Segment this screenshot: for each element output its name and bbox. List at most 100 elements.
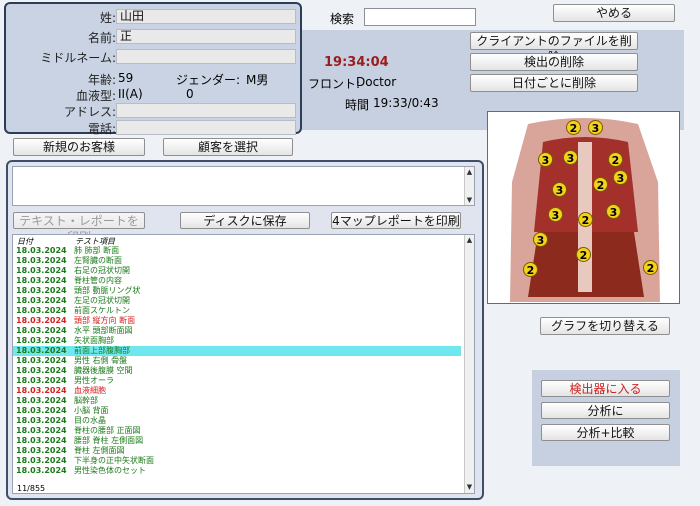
list-item-test: 左足の冠状切開 (74, 296, 130, 305)
scroll-down-icon[interactable]: ▼ (465, 195, 474, 205)
list-item-date: 18.03.2024 (16, 256, 67, 265)
list-item[interactable]: 18.03.2024 男性染色体のセット (13, 466, 461, 476)
list-item[interactable]: 18.03.2024 脊柱の腰部 正面図 (13, 426, 461, 436)
gender-value: M男 (246, 73, 269, 87)
graph-badge: 3 (606, 204, 621, 219)
graph-badge: 3 (563, 150, 578, 165)
print-4map-report-button[interactable]: 4マップレポートを印刷 (331, 212, 461, 229)
list-item-date: 18.03.2024 (16, 366, 67, 375)
graph-badge: 2 (578, 212, 593, 227)
phone-field[interactable] (116, 120, 296, 135)
scroll-up-icon[interactable]: ▲ (465, 235, 474, 245)
list-item[interactable]: 18.03.2024 臓器後腹膜 空間 (13, 366, 461, 376)
list-item-test: 脊柱 左側面図 (74, 446, 125, 455)
list-item[interactable]: 18.03.2024 水平 頭部断面図 (13, 326, 461, 336)
list-item-test: 下半身の正中矢状断面 (74, 456, 154, 465)
list-item-date: 18.03.2024 (16, 326, 67, 335)
list-item-test: 水平 頭部断面図 (74, 326, 133, 335)
switch-graph-button[interactable]: グラフを切り替える (540, 317, 670, 335)
graph-badge: 2 (593, 177, 608, 192)
front-label: フロント: (308, 77, 361, 91)
surname-field[interactable]: 山田 (116, 9, 296, 24)
list-item[interactable]: 18.03.2024 男性オーラ (13, 376, 461, 386)
list-item-date: 18.03.2024 (16, 396, 67, 405)
blood-type-value: II(A) (118, 87, 143, 101)
body-graph[interactable]: 233323233233222 (487, 111, 680, 304)
list-item[interactable]: 18.03.2024 頭部 動脈リング状 (13, 286, 461, 296)
delete-detector-button[interactable]: 検出の削除 (470, 53, 638, 71)
delete-client-file-button[interactable]: クライアントのファイルを削除 (470, 32, 638, 64)
list-item[interactable]: 18.03.2024 血液細胞 (13, 386, 461, 396)
list-item[interactable]: 18.03.2024 肺 肺部 断面 (13, 246, 461, 256)
list-item-test: 左腎臓の断面 (74, 256, 122, 265)
clock-time: 19:34:04 (324, 55, 389, 70)
list-item-date: 18.03.2024 (16, 266, 67, 275)
analyze-compare-button[interactable]: 分析+比較 (541, 424, 670, 441)
list-item-date: 18.03.2024 (16, 246, 67, 255)
gender-label: ジェンダー: (176, 73, 241, 87)
list-item-date: 18.03.2024 (16, 406, 67, 415)
list-item[interactable]: 18.03.2024 脳幹部 (13, 396, 461, 406)
graph-badge: 2 (576, 247, 591, 262)
list-counter: 11/855 (17, 484, 46, 493)
search-input[interactable] (364, 8, 476, 26)
list-item-date: 18.03.2024 (16, 436, 67, 445)
list-item-date: 18.03.2024 (16, 296, 67, 305)
delete-by-date-button[interactable]: 日付ごとに削除 (470, 74, 638, 92)
list-item-date: 18.03.2024 (16, 446, 67, 455)
name-field[interactable]: 正 (116, 29, 296, 44)
list-item[interactable]: 18.03.2024 脊柱管の内容 (13, 276, 461, 286)
name-label: 名前: (87, 31, 116, 45)
list-item-test: 腰部 脊柱 左側面図 (74, 436, 144, 445)
scroll-up-icon[interactable]: ▲ (465, 167, 474, 177)
graph-badge: 3 (552, 182, 567, 197)
test-list[interactable]: 日付 テスト項目 18.03.2024 肺 肺部 断面 18.03.2024 左腎臓の… (12, 234, 475, 494)
select-client-button[interactable]: 顧客を選択 (163, 138, 293, 156)
quit-button[interactable]: やめる (553, 4, 675, 22)
list-scrollbar[interactable]: ▲ ▼ (464, 235, 474, 493)
list-item-date: 18.03.2024 (16, 316, 67, 325)
enter-detector-button[interactable]: 検出器に入る (541, 380, 670, 397)
list-item-test: 頭部 縦方向 断面 (74, 316, 136, 325)
print-text-report-button[interactable]: テキスト・レポートを印刷 (13, 212, 145, 244)
list-item-date: 18.03.2024 (16, 276, 67, 285)
list-item[interactable]: 18.03.2024 男性 右側 骨盤 (13, 356, 461, 366)
graph-badge: 2 (643, 260, 658, 275)
list-item[interactable]: 18.03.2024 前面スケルトン (13, 306, 461, 316)
list-item-test: 血液細胞 (74, 386, 106, 395)
surname-label: 姓: (99, 11, 116, 25)
list-item[interactable]: 18.03.2024 左足の冠状切開 (13, 296, 461, 306)
phone-label: 電話: (87, 122, 116, 136)
middle-name-field[interactable] (116, 49, 296, 64)
list-item[interactable]: 18.03.2024 下半身の正中矢状断面 (13, 456, 461, 466)
notes-textarea[interactable]: ▲ ▼ (12, 166, 475, 206)
list-item[interactable]: 18.03.2024 左腎臓の断面 (13, 256, 461, 266)
list-item-test: 小脳 背面 (74, 406, 109, 415)
list-item-date: 18.03.2024 (16, 456, 67, 465)
list-item[interactable]: 18.03.2024 小脳 背面 (13, 406, 461, 416)
scroll-down-icon[interactable]: ▼ (465, 482, 474, 492)
blood-type-label: 血液型: (75, 89, 116, 103)
list-item-test: 右足の冠状切開 (74, 266, 130, 275)
graph-badge: 3 (533, 232, 548, 247)
list-item-date: 18.03.2024 (16, 376, 67, 385)
list-item[interactable]: 18.03.2024 目の水晶 (13, 416, 461, 426)
new-client-button[interactable]: 新規のお客様 (13, 138, 145, 156)
list-item-test: 矢状面胸部 (74, 336, 114, 345)
list-item[interactable]: 18.03.2024 右足の冠状切開 (13, 266, 461, 276)
list-item[interactable]: 18.03.2024 頭部 縦方向 断面 (13, 316, 461, 326)
list-item[interactable]: 18.03.2024 腰部 脊柱 左側面図 (13, 436, 461, 446)
graph-badge: 2 (523, 262, 538, 277)
save-to-disk-button[interactable]: ディスクに保存 (180, 212, 310, 229)
list-item[interactable]: 18.03.2024 矢状面胸部 (13, 336, 461, 346)
address-field[interactable] (116, 103, 296, 118)
analyze-button[interactable]: 分析に (541, 402, 670, 419)
notes-scrollbar[interactable]: ▲ ▼ (464, 167, 474, 205)
list-item[interactable]: 18.03.2024 前面上部腹胸部 (13, 346, 461, 356)
search-label: 検索 (330, 12, 355, 26)
list-item[interactable]: 18.03.2024 脊柱 左側面図 (13, 446, 461, 456)
address-label: アドレス: (63, 105, 116, 119)
list-item-date: 18.03.2024 (16, 336, 67, 345)
list-item-test: 男性 右側 骨盤 (74, 356, 128, 365)
list-item-test: 頭部 動脈リング状 (74, 286, 141, 295)
